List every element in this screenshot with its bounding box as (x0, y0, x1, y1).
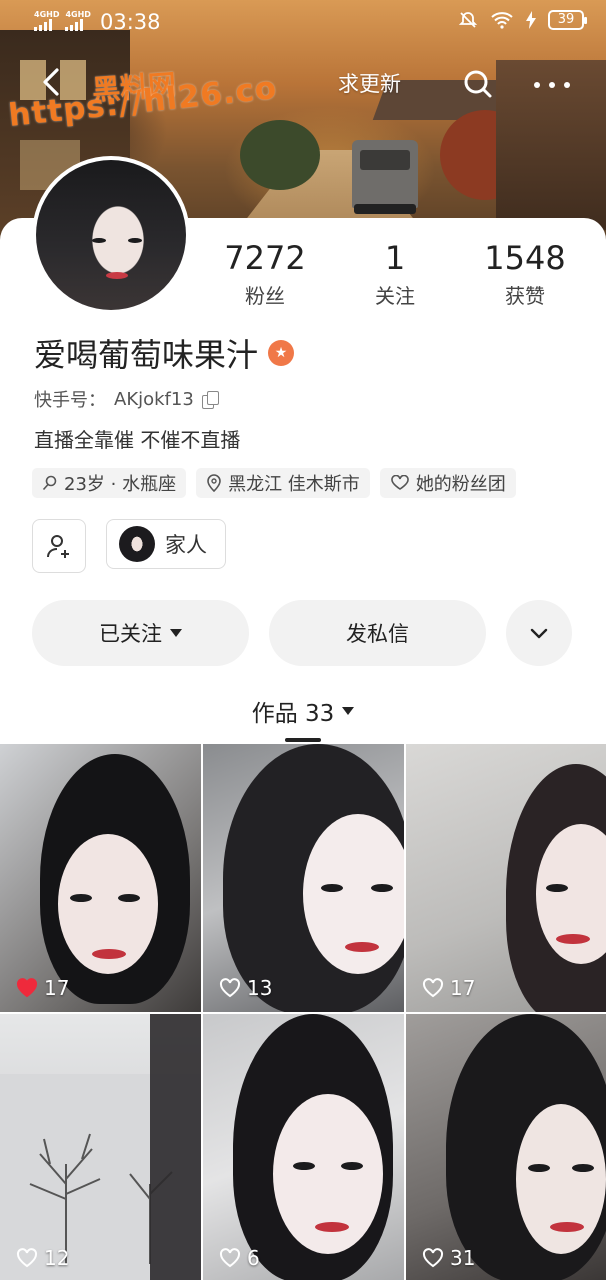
heart-group-icon (391, 475, 409, 490)
video-tile[interactable]: 17 (406, 744, 606, 1012)
request-update-button[interactable]: 求更新 (328, 62, 411, 106)
family-button[interactable]: 家人 (106, 519, 226, 569)
profile-tags: 23岁 · 水瓶座 黑龙江 佳木斯市 她的粉丝团 (32, 468, 516, 498)
caret-down-icon (170, 629, 182, 637)
family-label: 家人 (165, 533, 207, 557)
wifi-icon (491, 12, 513, 29)
stat-label: 关注 (375, 284, 415, 308)
message-button[interactable]: 发私信 (269, 600, 486, 666)
message-label: 发私信 (346, 622, 409, 646)
kuaishou-id-row[interactable]: 快手号： AKjokf13 (34, 386, 219, 412)
like-count-value: 12 (44, 1246, 70, 1270)
copy-icon[interactable] (201, 391, 219, 409)
stat-value: 1548 (484, 239, 566, 277)
video-tile[interactable]: 31 (406, 1014, 606, 1280)
tab-works[interactable]: 作品 33 (0, 694, 606, 728)
search-button[interactable] (456, 60, 500, 108)
like-count: 17 (16, 976, 69, 1000)
stat-following[interactable]: 1 关注 (330, 238, 460, 309)
kuaishou-id-value: AKjokf13 (114, 388, 194, 410)
search-icon (464, 70, 492, 98)
tag-age: 23岁 · 水瓶座 (32, 468, 187, 498)
tag-fan-group[interactable]: 她的粉丝团 (379, 468, 516, 498)
like-count: 31 (422, 1246, 475, 1270)
heart-icon (219, 1248, 241, 1268)
profile-bio: 直播全靠催 不催不直播 (34, 428, 241, 452)
stat-likes[interactable]: 1548 获赞 (460, 238, 590, 309)
followed-button[interactable]: 已关注 (32, 600, 249, 666)
heart-icon (219, 978, 241, 998)
clock: 03:38 (100, 10, 161, 34)
profile-name-row: 爱喝葡萄味果汁 ★ (34, 330, 295, 376)
like-count: 6 (219, 1246, 260, 1270)
avatar (119, 526, 155, 562)
tag-text: 23岁 · 水瓶座 (64, 474, 177, 495)
like-count-value: 17 (44, 976, 70, 1000)
location-pin-icon (207, 474, 221, 492)
charging-icon (526, 11, 536, 29)
like-count-value: 31 (450, 1246, 476, 1270)
heart-icon (16, 1248, 38, 1268)
stat-value: 1 (384, 239, 406, 277)
heart-icon (422, 978, 444, 998)
works-grid: 17 13 17 12 6 31 (0, 744, 606, 1280)
video-tile[interactable]: 12 (0, 1014, 201, 1280)
like-count-value: 13 (247, 976, 273, 1000)
heart-icon (422, 1248, 444, 1268)
tab-indicator (285, 738, 321, 742)
signal-icon: 4GHD (34, 10, 59, 31)
tag-location: 黑龙江 佳木斯市 (196, 468, 370, 498)
works-label: 作品 33 (251, 701, 335, 727)
signal-icon: 4GHD (65, 10, 91, 31)
add-user-icon (47, 535, 69, 558)
stat-label: 粉丝 (245, 284, 285, 308)
like-count-value: 6 (247, 1246, 260, 1270)
star-badge-icon[interactable]: ★ (268, 340, 295, 366)
mute-bell-icon (458, 12, 478, 28)
tag-text: 她的粉丝团 (415, 474, 506, 495)
status-bar: 4GHD 4GHD 03:38 39 (0, 0, 606, 48)
like-count: 12 (16, 1246, 69, 1270)
video-tile[interactable]: 13 (203, 744, 404, 1012)
add-friend-button[interactable] (32, 519, 86, 573)
like-count-value: 17 (450, 976, 476, 1000)
tree-image (0, 1014, 201, 1280)
expand-button[interactable] (506, 600, 572, 666)
profile-avatar[interactable] (32, 156, 190, 314)
like-count: 13 (219, 976, 272, 1000)
heart-icon (16, 978, 38, 998)
stat-value: 7272 (224, 239, 306, 277)
like-count: 17 (422, 976, 475, 1000)
chevron-down-icon (530, 628, 548, 639)
age-icon (42, 475, 57, 491)
primary-actions: 已关注 发私信 (32, 600, 572, 666)
social-actions: 家人 (32, 519, 226, 573)
caret-down-icon (342, 707, 355, 715)
tag-text: 黑龙江 佳木斯市 (228, 474, 360, 495)
video-tile[interactable]: 6 (203, 1014, 404, 1280)
kuaishou-id-label: 快手号： (34, 390, 106, 411)
profile-name: 爱喝葡萄味果汁 (34, 336, 259, 374)
stat-label: 获赞 (505, 284, 545, 308)
more-button[interactable] (524, 60, 580, 108)
stat-followers[interactable]: 7272 粉丝 (200, 238, 330, 309)
battery-icon: 39 (548, 10, 587, 30)
network-type: 4GHD (65, 10, 91, 19)
network-type: 4GHD (34, 10, 60, 19)
video-tile[interactable]: 17 (0, 744, 201, 1012)
followed-label: 已关注 (99, 622, 162, 646)
profile-stats: 7272 粉丝 1 关注 1548 获赞 (200, 238, 590, 309)
